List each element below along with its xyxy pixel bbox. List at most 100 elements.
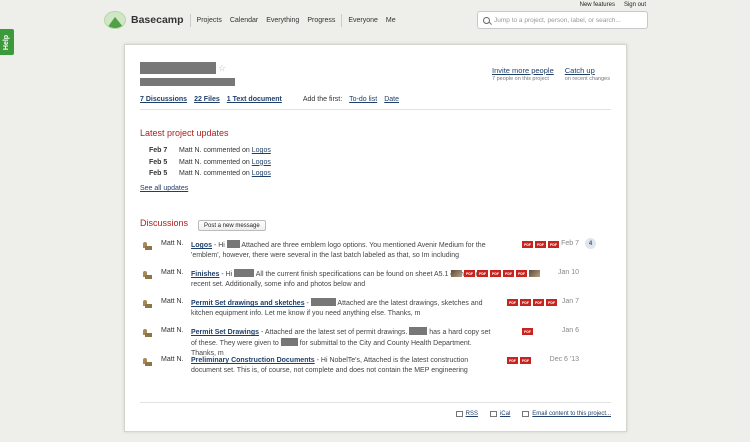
search-icon: [483, 16, 490, 24]
update-text: Matt N. commented on: [179, 170, 250, 178]
update-item: Feb 5 Matt N. commented on Logos: [149, 157, 271, 169]
discussion-date: Jan 7: [561, 298, 579, 305]
pdf-attachment-icon[interactable]: PDF: [503, 270, 514, 277]
pdf-attachment-icon[interactable]: PDF: [516, 270, 527, 277]
project-title: ☆: [140, 62, 235, 86]
nav-calendar[interactable]: Calendar: [230, 17, 258, 24]
project-actions: Invite more people 7 people on this proj…: [492, 66, 610, 82]
discussion-excerpt: Permit Set drawings and sketches - Attac…: [191, 298, 498, 319]
avatar: [142, 299, 152, 309]
discussion-author: Matt N.: [161, 298, 184, 305]
invite-action: Invite more people 7 people on this proj…: [492, 66, 554, 82]
project-counts: 7 Discussions 22 Files 1 Text document A…: [140, 96, 611, 110]
attachments: PDF PDF: [507, 357, 531, 364]
header: Basecamp Projects Calendar Everything Pr…: [104, 8, 648, 32]
ical-link[interactable]: iCal: [489, 411, 511, 417]
discussion-row[interactable]: Matt N. Logos - Hi Attached are three em…: [140, 237, 611, 266]
discussion-title-link[interactable]: Preliminary Construction Documents: [191, 357, 315, 364]
pdf-attachment-icon[interactable]: PDF: [546, 299, 557, 306]
attachments: PDF PDF PDF PDF: [507, 299, 557, 306]
discussion-title-link[interactable]: Permit Set Drawings: [191, 329, 259, 336]
discussions-list: Matt N. Logos - Hi Attached are three em…: [140, 237, 611, 382]
excerpt-text: - Attached are the latest set of permit …: [259, 329, 410, 336]
pdf-attachment-icon[interactable]: PDF: [520, 357, 531, 364]
pdf-attachment-icon[interactable]: PDF: [464, 270, 475, 277]
pdf-attachment-icon[interactable]: PDF: [507, 357, 518, 364]
rss-icon: [455, 411, 463, 417]
discussion-title-link[interactable]: Finishes: [191, 271, 219, 278]
redacted-name: [226, 240, 240, 248]
pdf-attachment-icon[interactable]: PDF: [490, 270, 501, 277]
search-box[interactable]: [477, 11, 648, 29]
update-date: Feb 5: [149, 158, 168, 166]
add-todo-list-link[interactable]: To-do list: [349, 96, 377, 103]
discussion-date: Jan 10: [557, 269, 579, 276]
divider: [341, 13, 343, 27]
nav-everyone[interactable]: Everyone: [348, 17, 378, 24]
discussion-row[interactable]: Matt N. Preliminary Construction Documen…: [140, 353, 611, 382]
rss-link[interactable]: RSS: [455, 411, 478, 417]
ical-label: iCal: [499, 411, 511, 417]
pdf-attachment-icon[interactable]: PDF: [477, 270, 488, 277]
redacted-name: [310, 298, 336, 306]
pdf-attachment-icon[interactable]: PDF: [535, 241, 546, 248]
invite-more-people-link[interactable]: Invite more people: [492, 66, 554, 75]
discussion-row[interactable]: Matt N. Permit Set drawings and sketches…: [140, 295, 611, 324]
nav-progress[interactable]: Progress: [307, 17, 335, 24]
email-content-label: Email content to this project...: [532, 411, 611, 417]
discussions-heading: Discussions: [140, 218, 189, 228]
pdf-attachment-icon[interactable]: PDF: [522, 241, 533, 248]
discussion-author: Matt N.: [161, 327, 184, 334]
discussion-row[interactable]: Matt N. Finishes - Hi All the current fi…: [140, 266, 611, 295]
discussion-title-link[interactable]: Permit Set drawings and sketches: [191, 300, 305, 307]
help-tab-label: Help: [3, 34, 11, 50]
pdf-attachment-icon[interactable]: PDF: [533, 299, 544, 306]
email-icon: [522, 411, 530, 417]
update-link[interactable]: Logos: [252, 170, 271, 177]
discussions-count-link[interactable]: 7 Discussions: [140, 96, 187, 103]
nav-everything[interactable]: Everything: [266, 17, 299, 24]
nav-me[interactable]: Me: [386, 17, 396, 24]
pdf-attachment-icon[interactable]: PDF: [522, 328, 533, 335]
star-icon[interactable]: ☆: [218, 63, 226, 74]
text-documents-count-link[interactable]: 1 Text document: [227, 96, 282, 103]
discussion-row[interactable]: Matt N. Permit Set Drawings - Attached a…: [140, 324, 611, 357]
comment-count-badge: 4: [585, 238, 596, 249]
search-input[interactable]: [494, 16, 644, 24]
main-nav: Projects Calendar Everything Progress: [197, 17, 336, 24]
nav-projects[interactable]: Projects: [197, 17, 222, 24]
image-attachment-icon[interactable]: [451, 270, 462, 277]
update-date: Feb 7: [149, 147, 168, 155]
update-link[interactable]: Logos: [252, 147, 271, 154]
invite-subtext: 7 people on this project: [492, 76, 549, 82]
update-link[interactable]: Logos: [252, 159, 271, 166]
attachments: PDF PDF PDF PDF PDF: [451, 270, 540, 277]
redacted-project-description: [140, 78, 235, 86]
logo[interactable]: Basecamp: [104, 11, 184, 29]
catch-up-link[interactable]: Catch up: [565, 66, 610, 75]
add-date-link[interactable]: Date: [384, 96, 399, 103]
pdf-attachment-icon[interactable]: PDF: [520, 299, 531, 306]
pdf-attachment-icon[interactable]: PDF: [507, 299, 518, 306]
email-content-link[interactable]: Email content to this project...: [522, 411, 611, 417]
avatar: [142, 241, 152, 251]
logo-text: Basecamp: [131, 14, 184, 26]
divider: [189, 13, 191, 27]
attachments: PDF: [522, 328, 533, 335]
people-nav: Everyone Me: [348, 17, 395, 24]
project-card: ☆ Invite more people 7 people on this pr…: [124, 44, 627, 432]
help-tab[interactable]: Help: [0, 29, 14, 55]
files-count-link[interactable]: 22 Files: [194, 96, 220, 103]
catch-up-action: Catch up on recent changes: [565, 66, 610, 82]
avatar: [142, 357, 152, 367]
redacted-project-name: [140, 62, 216, 74]
discussion-title-link[interactable]: Logos: [191, 242, 212, 249]
see-all-updates-link[interactable]: See all updates: [140, 185, 188, 192]
image-attachment-icon[interactable]: [529, 270, 540, 277]
update-text: Matt N. commented on: [179, 147, 250, 155]
excerpt-text: - Hi: [219, 271, 235, 278]
updates-list: Feb 7 Matt N. commented on Logos Feb 5 M…: [149, 145, 271, 180]
redacted-name: [409, 327, 428, 335]
post-new-message-button[interactable]: Post a new message: [198, 220, 266, 231]
pdf-attachment-icon[interactable]: PDF: [548, 241, 559, 248]
